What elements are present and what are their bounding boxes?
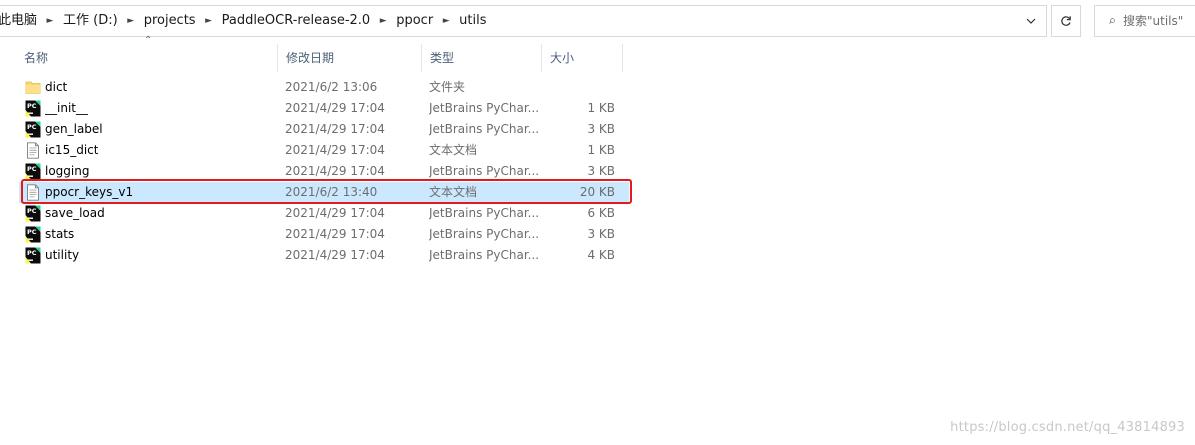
breadcrumb: 此电脑 ► 工作 (D:) ► projects ► PaddleOCR-rel… [0, 6, 489, 36]
chevron-right-icon[interactable]: ► [201, 6, 217, 36]
crumb-paddleocr[interactable]: PaddleOCR-release-2.0 [220, 6, 373, 36]
file-type: 文件夹 [429, 80, 466, 94]
pycharm-icon: PC [25, 163, 41, 180]
chevron-right-icon[interactable]: ► [42, 6, 58, 36]
folder-icon [25, 79, 41, 96]
file-name: dict [45, 80, 68, 94]
crumb-utils[interactable]: utils [457, 6, 488, 36]
svg-text:PC: PC [27, 102, 37, 110]
chevron-right-icon[interactable]: ► [375, 6, 391, 36]
file-name: gen_label [45, 122, 103, 136]
file-modified-date: 2021/4/29 17:04 [285, 122, 385, 136]
crumb-projects[interactable]: projects [142, 6, 198, 36]
file-size: 6 KB [587, 206, 615, 220]
file-type: JetBrains PyChar... [429, 122, 540, 136]
pycharm-icon: PC [25, 247, 41, 264]
search-icon [1109, 18, 1115, 24]
file-name: logging [45, 164, 90, 178]
pycharm-icon: PC [25, 205, 41, 222]
file-type: JetBrains PyChar... [429, 248, 540, 262]
pycharm-icon: PC [25, 226, 41, 243]
file-row[interactable]: PC gen_label 2021/4/29 17:04 JetBrains PyCh… [19, 119, 629, 140]
file-modified-date: 2021/4/29 17:04 [285, 101, 385, 115]
file-size: 3 KB [587, 227, 615, 241]
file-size: 3 KB [587, 164, 615, 178]
text-file-icon [25, 142, 41, 159]
pycharm-icon: PC [25, 100, 41, 117]
address-bar[interactable]: 此电脑 ► 工作 (D:) ► projects ► PaddleOCR-rel… [0, 5, 1047, 37]
file-row[interactable]: PC stats 2021/4/29 17:04 JetBrains PyChar..… [19, 224, 629, 245]
text-file-icon [25, 184, 41, 201]
file-type: 文本文档 [429, 185, 478, 199]
refresh-icon [1061, 16, 1071, 26]
file-row[interactable]: PC __init__ 2021/4/29 17:04 JetBrains PyCha… [19, 98, 629, 119]
file-modified-date: 2021/6/2 13:06 [285, 80, 378, 94]
file-name: ic15_dict [45, 143, 99, 157]
watermark: https://blog.csdn.net/qq_43814893 [950, 420, 1185, 435]
file-modified-date: 2021/4/29 17:04 [285, 248, 385, 262]
file-size: 4 KB [587, 248, 615, 262]
file-size: 1 KB [587, 101, 615, 115]
file-size: 20 KB [579, 185, 615, 199]
file-row[interactable]: PC save_load 2021/4/29 17:04 JetBrains PyCh… [19, 203, 629, 224]
column-header-row: ⌃ 名称 修改日期 类型 大小 [16, 36, 626, 72]
refresh-button[interactable] [1051, 5, 1081, 37]
chevron-down-icon [1026, 18, 1036, 24]
file-row[interactable]: PC logging 2021/4/29 17:04 JetBrains PyChar… [19, 161, 629, 182]
pycharm-icon: PC [25, 121, 41, 138]
file-type: JetBrains PyChar... [429, 227, 540, 241]
file-type: JetBrains PyChar... [429, 206, 540, 220]
column-header-name[interactable]: 名称 [16, 44, 278, 72]
file-type: 文本文档 [429, 143, 478, 157]
search-box[interactable] [1094, 5, 1195, 37]
file-modified-date: 2021/4/29 17:04 [285, 143, 385, 157]
crumb-ppocr[interactable]: ppocr [394, 6, 435, 36]
file-modified-date: 2021/4/29 17:04 [285, 164, 385, 178]
file-name: __init__ [45, 101, 88, 115]
file-modified-date: 2021/4/29 17:04 [285, 206, 385, 220]
file-row[interactable]: ic15_dict 2021/4/29 17:04 文本文档 1 KB [19, 140, 629, 161]
file-row[interactable]: ppocr_keys_v1 2021/6/2 13:40 文本文档 20 KB [19, 182, 629, 203]
file-name: utility [45, 248, 80, 262]
search-input[interactable] [1123, 14, 1195, 28]
svg-text:PC: PC [27, 165, 37, 173]
file-name: save_load [45, 206, 105, 220]
column-header-date[interactable]: 修改日期 [278, 44, 422, 72]
file-size [549, 77, 615, 98]
chevron-right-icon[interactable]: ► [123, 6, 139, 36]
column-header-type[interactable]: 类型 [422, 44, 542, 72]
crumb-drive-d[interactable]: 工作 (D:) [61, 6, 120, 36]
file-size: 1 KB [587, 143, 615, 157]
crumb-this-pc[interactable]: 此电脑 [0, 6, 39, 36]
file-row[interactable]: dict 2021/6/2 13:06 文件夹 [19, 77, 629, 98]
file-row[interactable]: PC utility 2021/4/29 17:04 JetBrains PyChar… [19, 245, 629, 266]
file-type: JetBrains PyChar... [429, 164, 540, 178]
svg-text:PC: PC [27, 123, 37, 131]
column-header-size[interactable]: 大小 [542, 44, 623, 72]
file-list: dict 2021/6/2 13:06 文件夹 PC __init__ 2021/4/29… [19, 77, 629, 266]
svg-text:PC: PC [27, 207, 37, 215]
file-size: 3 KB [587, 122, 615, 136]
chevron-right-icon[interactable]: ► [438, 6, 454, 36]
file-name: stats [45, 227, 75, 241]
svg-text:PC: PC [27, 228, 37, 236]
svg-text:PC: PC [27, 249, 37, 257]
address-history-dropdown[interactable] [1022, 6, 1040, 36]
file-modified-date: 2021/6/2 13:40 [285, 185, 378, 199]
file-name: ppocr_keys_v1 [45, 185, 134, 199]
file-type: JetBrains PyChar... [429, 101, 540, 115]
file-modified-date: 2021/4/29 17:04 [285, 227, 385, 241]
